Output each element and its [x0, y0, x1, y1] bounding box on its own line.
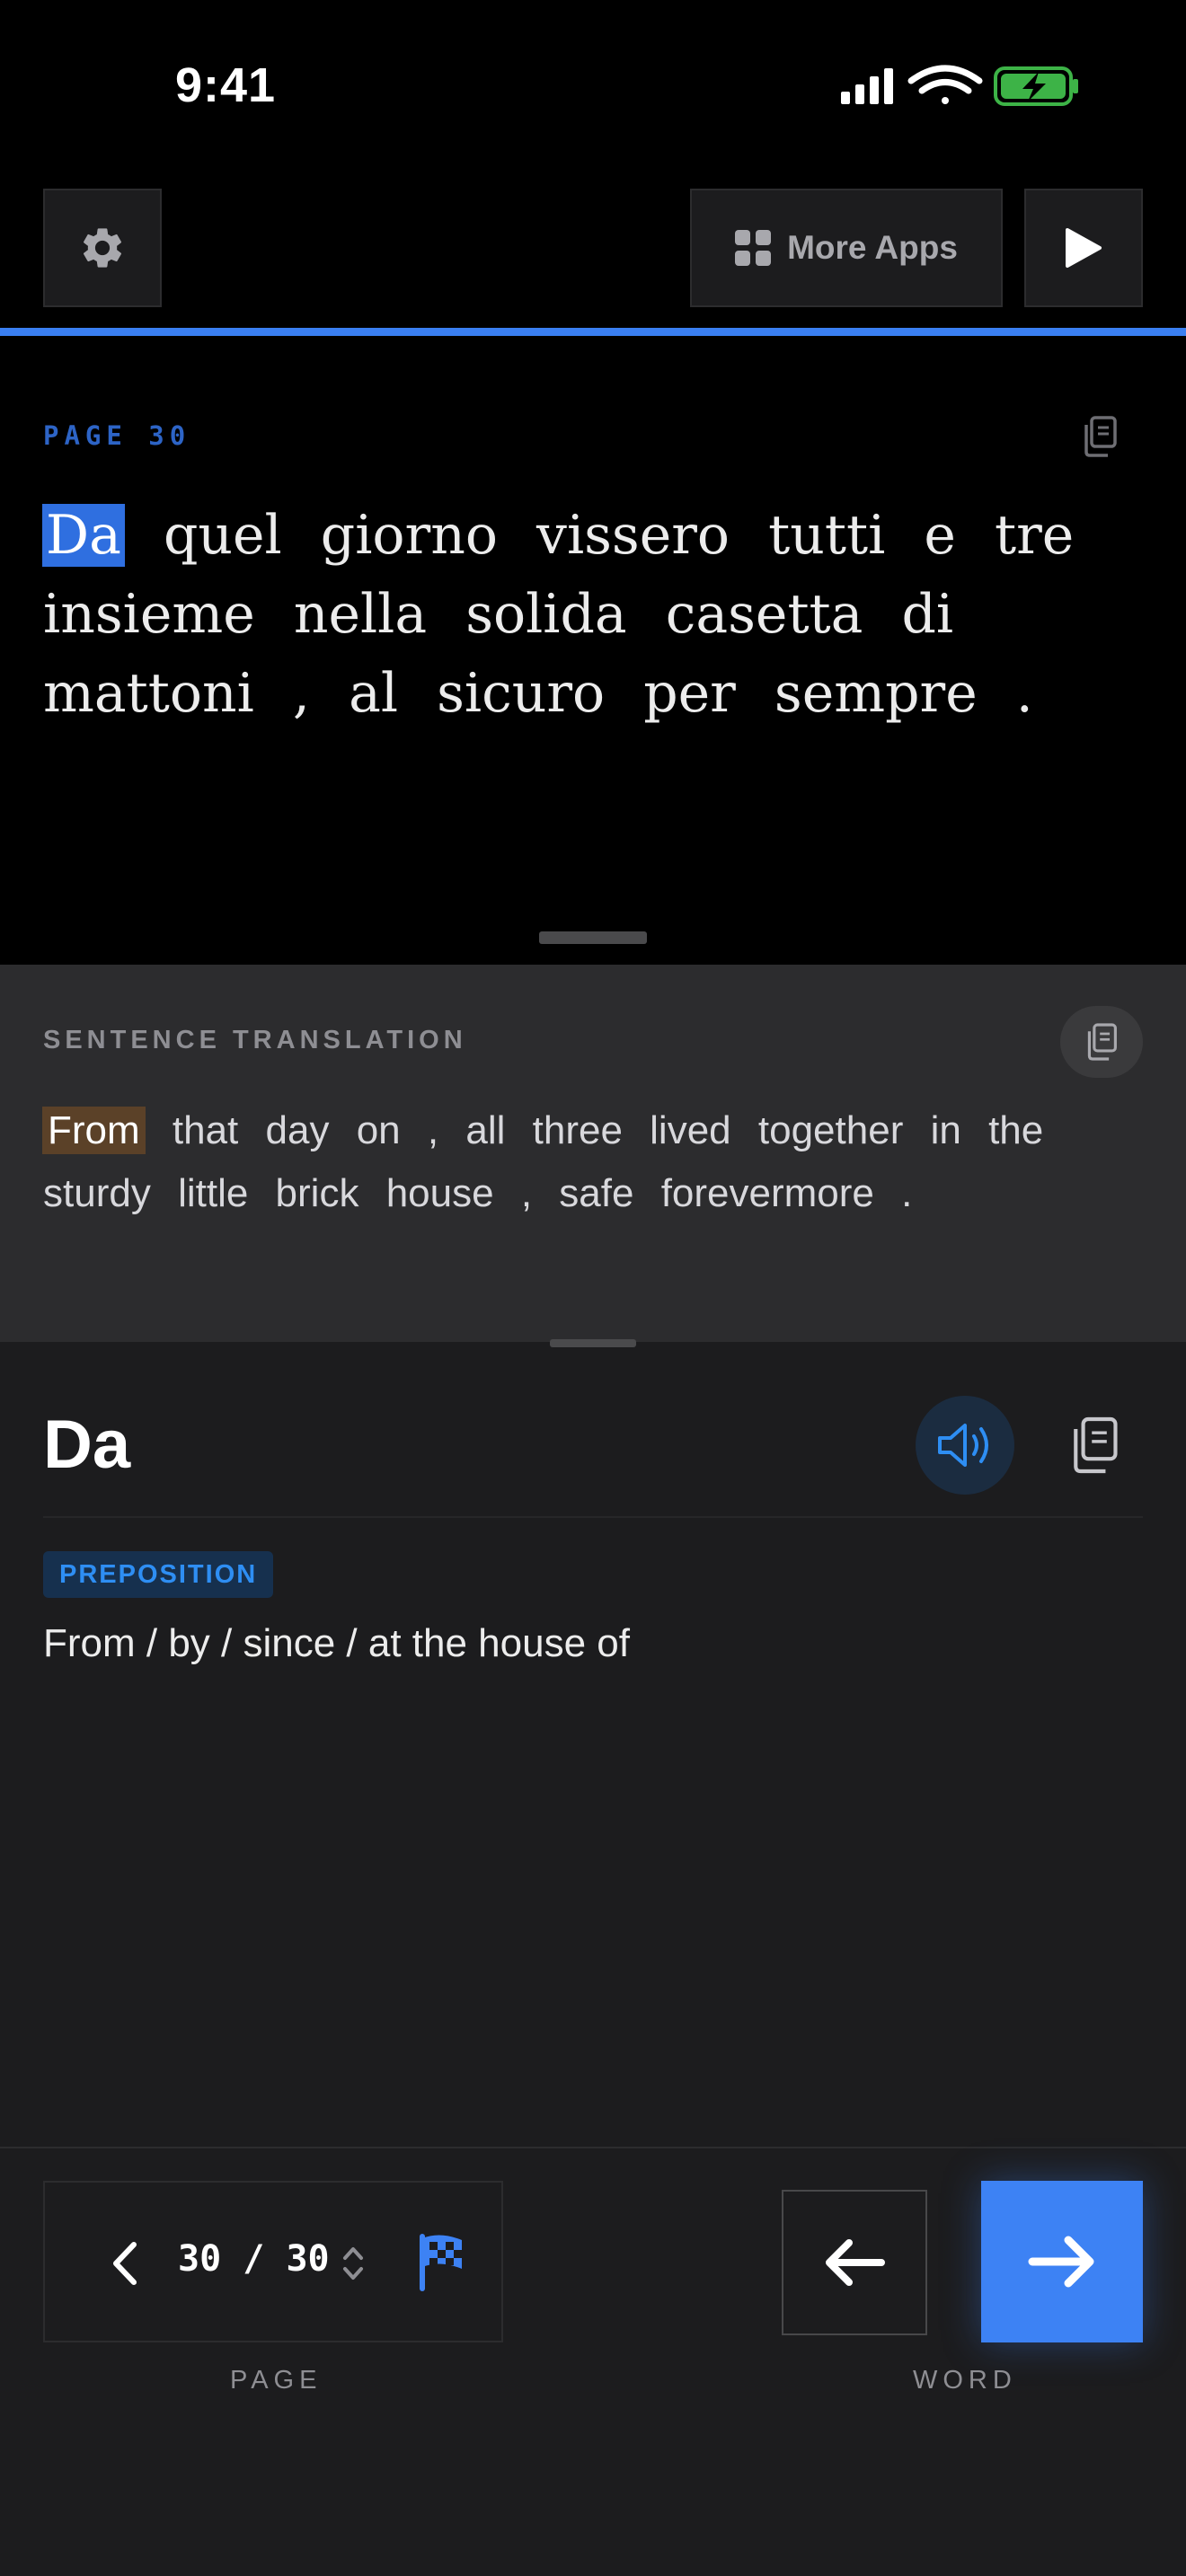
page-total: 30: [286, 2238, 330, 2280]
copy-translation-button[interactable]: [1060, 1006, 1143, 1078]
word-caption: WORD: [913, 2366, 1017, 2395]
italian-word[interactable]: ,: [293, 662, 310, 725]
grid-icon: [735, 230, 772, 266]
resize-handle[interactable]: [550, 1339, 636, 1347]
more-apps-button[interactable]: More Apps: [690, 189, 1003, 307]
reading-area: 9:41 More Apps PAGE 30 Da quel giorno vi…: [0, 0, 1186, 965]
word-definition: From / by / since / at the house of: [43, 1621, 630, 1665]
status-time: 9:41: [175, 58, 277, 112]
english-word[interactable]: the: [988, 1108, 1043, 1152]
english-word[interactable]: house: [386, 1171, 494, 1215]
page-separator: /: [243, 2238, 265, 2280]
play-button[interactable]: [1024, 189, 1143, 307]
word-divider: [43, 1516, 1143, 1518]
italian-word[interactable]: nella: [294, 583, 427, 646]
signal-icon: [841, 68, 893, 104]
english-word[interactable]: sturdy: [43, 1171, 151, 1215]
english-word[interactable]: three: [533, 1108, 623, 1152]
previous-page-button[interactable]: [88, 2228, 160, 2299]
english-word[interactable]: day: [266, 1108, 330, 1152]
page-current: 30: [178, 2238, 222, 2280]
english-word[interactable]: on: [357, 1108, 401, 1152]
part-of-speech-badge: PREPOSITION: [43, 1551, 274, 1598]
italian-sentence: Da quel giorno vissero tutti e tre insie…: [42, 496, 1148, 733]
page-navigator: 30 / 30: [43, 2181, 503, 2342]
reading-progress-bar: [0, 328, 1186, 336]
next-word-button[interactable]: [981, 2181, 1143, 2342]
italian-word[interactable]: casetta: [666, 583, 863, 646]
english-word[interactable]: all: [465, 1108, 505, 1152]
resize-handle[interactable]: [539, 931, 647, 944]
italian-word[interactable]: vissero: [536, 504, 730, 567]
copy-icon: [1087, 1023, 1117, 1061]
italian-word[interactable]: giorno: [321, 504, 498, 567]
italian-word[interactable]: tre: [995, 504, 1074, 567]
english-word[interactable]: ,: [521, 1171, 532, 1215]
translation-panel: SENTENCE TRANSLATION From that day on , …: [0, 965, 1186, 1344]
italian-word[interactable]: quel: [164, 504, 282, 567]
battery-charging-icon: [994, 66, 1078, 106]
english-sentence: From that day on , all three lived toget…: [42, 1099, 1148, 1225]
italian-word[interactable]: al: [349, 662, 398, 725]
italian-word[interactable]: tutti: [768, 504, 885, 567]
page-stepper-icon[interactable]: [340, 2236, 367, 2290]
chevron-left-icon: [113, 2242, 137, 2285]
copy-icon: [1074, 1416, 1118, 1474]
english-word[interactable]: forevermore: [661, 1171, 874, 1215]
page-label: PAGE 30: [43, 420, 191, 451]
english-word[interactable]: that: [173, 1108, 238, 1152]
copy-icon: [1084, 416, 1117, 457]
english-word-highlighted[interactable]: From: [42, 1107, 146, 1154]
english-word[interactable]: brick: [276, 1171, 359, 1215]
page-counter[interactable]: 30 / 30: [178, 2238, 330, 2280]
page-caption: PAGE: [230, 2366, 323, 2395]
wifi-icon: [907, 65, 983, 104]
italian-word[interactable]: insieme: [43, 583, 255, 646]
play-icon: [1066, 228, 1102, 268]
settings-button[interactable]: [43, 189, 162, 307]
english-word[interactable]: together: [758, 1108, 903, 1152]
italian-word[interactable]: .: [1016, 662, 1033, 725]
italian-word[interactable]: sicuro: [437, 662, 605, 725]
status-icons: [841, 65, 1078, 106]
speak-button[interactable]: [916, 1396, 1014, 1495]
previous-word-button[interactable]: [782, 2190, 927, 2335]
english-word[interactable]: .: [901, 1171, 912, 1215]
italian-word-highlighted[interactable]: Da: [42, 504, 125, 567]
italian-word[interactable]: solida: [465, 583, 626, 646]
speaker-icon: [938, 1424, 988, 1467]
italian-word[interactable]: e: [924, 504, 956, 567]
bottom-divider: [0, 2147, 1186, 2148]
italian-word[interactable]: per: [643, 662, 736, 725]
gear-icon: [83, 228, 122, 268]
italian-word[interactable]: sempre: [774, 662, 978, 725]
italian-word[interactable]: di: [902, 583, 954, 646]
italian-word[interactable]: mattoni: [43, 662, 254, 725]
finish-flag-icon[interactable]: [413, 2233, 469, 2292]
arrow-right-icon: [1028, 2236, 1094, 2288]
english-word[interactable]: little: [178, 1171, 248, 1215]
english-word[interactable]: ,: [428, 1108, 438, 1152]
arrow-left-icon: [826, 2239, 885, 2286]
english-word[interactable]: in: [931, 1108, 961, 1152]
copy-sentence-button[interactable]: [1076, 413, 1123, 460]
selected-word: Da: [43, 1407, 131, 1483]
english-word[interactable]: safe: [559, 1171, 633, 1215]
more-apps-label: More Apps: [787, 229, 958, 266]
translation-label: SENTENCE TRANSLATION: [43, 1026, 467, 1054]
copy-word-button[interactable]: [1057, 1407, 1132, 1483]
english-word[interactable]: lived: [650, 1108, 731, 1152]
